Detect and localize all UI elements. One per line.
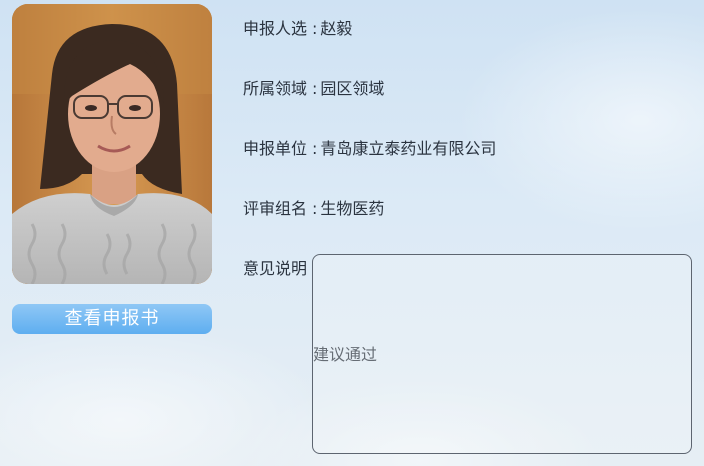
applicant-photo (12, 4, 212, 284)
review-group-row: 评审组名: 生物医药 (243, 199, 384, 219)
review-group-label: 评审组名 (243, 199, 308, 218)
applicant-unit-label: 申报单位 (243, 139, 308, 158)
opinion-text: 建议通过 (313, 345, 378, 364)
review-group-value: 生物医药 (320, 199, 385, 218)
applicant-name-row: 申报人选: 赵毅 (243, 19, 352, 39)
domain-value: 园区领域 (320, 79, 385, 98)
opinion-textarea[interactable]: 建议通过 (312, 254, 692, 454)
separator: : (312, 199, 318, 218)
domain-label: 所属领域 (243, 79, 308, 98)
separator: : (312, 19, 318, 38)
applicant-name-label: 申报人选 (243, 19, 308, 38)
separator: : (312, 79, 318, 98)
applicant-unit-value: 青岛康立泰药业有限公司 (320, 139, 497, 158)
applicant-unit-row: 申报单位: 青岛康立泰药业有限公司 (243, 139, 496, 159)
view-application-button[interactable]: 查看申报书 (12, 304, 212, 334)
separator: : (312, 139, 318, 158)
applicant-name-value: 赵毅 (320, 19, 353, 38)
opinion-label: 意见说明 (243, 259, 308, 278)
domain-row: 所属领域: 园区领域 (243, 79, 384, 99)
